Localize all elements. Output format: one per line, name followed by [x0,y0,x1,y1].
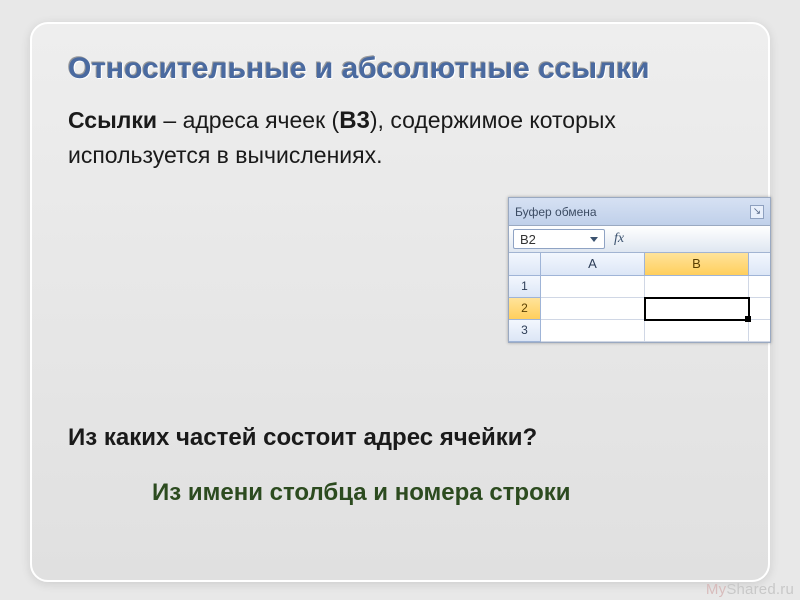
cell-b1[interactable] [645,276,749,298]
select-all-corner[interactable] [509,253,541,276]
cell-c2-cut [749,298,771,320]
ribbon-group-label: Буфер обмена [515,205,597,219]
name-box[interactable]: B2 [513,229,605,249]
col-header-cut [749,253,771,276]
slide-card: Относительные и абсолютные ссылки Ссылки… [30,22,770,582]
lead-word: Ссылки [68,107,157,133]
slide-title: Относительные и абсолютные ссылки [68,52,732,86]
spreadsheet-grid[interactable]: A B 1 2 3 [509,253,770,342]
body-paragraph: Ссылки – адреса ячеек (В3), содержимое к… [68,104,732,172]
question-text: Из каких частей состоит адрес ячейки? [68,424,537,452]
cell-a2[interactable] [541,298,645,320]
watermark-rest: Shared.ru [726,581,794,598]
fx-button[interactable]: fx [608,229,630,249]
cell-b2-active[interactable] [645,298,749,320]
cell-b3[interactable] [645,320,749,342]
chevron-down-icon [590,237,598,242]
dialog-launcher-icon[interactable]: ↘ [750,205,764,219]
row-header-1[interactable]: 1 [509,276,541,298]
excel-snippet: Буфер обмена ↘ B2 fx A B 1 2 3 [508,197,771,343]
ribbon-group-bar: Буфер обмена ↘ [509,198,770,226]
answer-text: Из имени столбца и номера строки [152,479,571,507]
watermark-my: My [706,581,726,598]
body-t1: – адреса ячеек ( [157,107,339,133]
cell-a1[interactable] [541,276,645,298]
cell-c3-cut [749,320,771,342]
cell-c1-cut [749,276,771,298]
row-header-2[interactable]: 2 [509,298,541,320]
name-box-value: B2 [520,232,536,247]
cell-ref: В3 [339,107,370,134]
cell-a3[interactable] [541,320,645,342]
row-header-3[interactable]: 3 [509,320,541,342]
col-header-b[interactable]: B [645,253,749,276]
watermark: MyShared.ru [706,581,794,598]
namebox-row: B2 fx [509,226,770,253]
fx-icon: fx [614,231,624,247]
col-header-a[interactable]: A [541,253,645,276]
